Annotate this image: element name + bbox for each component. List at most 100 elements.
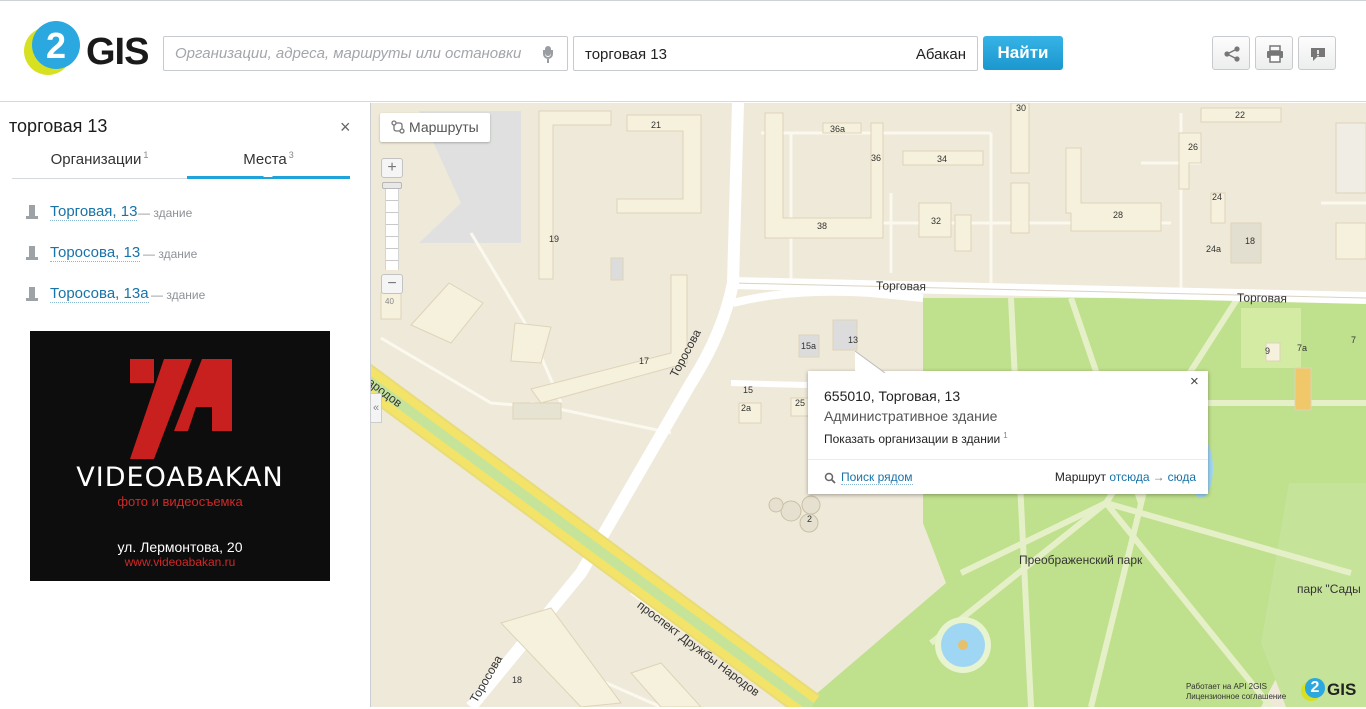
route-arrow-icon: → — [1152, 470, 1165, 484]
share-button[interactable] — [1212, 36, 1250, 70]
house-number: 9 — [1265, 346, 1271, 356]
park-label: парк "Сады — [1297, 582, 1361, 596]
fountain — [958, 640, 968, 650]
zoom-control: + − 40 — [381, 158, 403, 306]
find-button[interactable]: Найти — [983, 36, 1063, 70]
house-number: 30 — [1016, 103, 1027, 113]
house-number: 26 — [1188, 142, 1199, 152]
house-number: 7 — [1351, 335, 1357, 345]
place-kind: — здание — [143, 247, 198, 261]
map-logo-2gis[interactable]: 2 GIS — [1301, 677, 1363, 703]
popup-address: 655010, Торговая, 13 — [824, 388, 961, 404]
microphone-icon[interactable] — [543, 46, 553, 63]
results-title: торговая 13 — [9, 116, 108, 136]
city-selector[interactable]: Абакан — [916, 46, 966, 63]
map[interactable]: Торговая Торговая Торосова Торосова прос… — [371, 103, 1366, 707]
house-number: 2 — [807, 514, 813, 524]
search-box — [163, 36, 568, 71]
ad-url: www.videoabakan.ru — [124, 555, 236, 569]
house-number: 19 — [549, 234, 560, 244]
zoom-out-button[interactable]: − — [381, 274, 403, 294]
route-prefix: Маршрут — [1054, 470, 1107, 484]
building-icon — [26, 287, 38, 301]
speech-bubble-icon — [1311, 48, 1325, 61]
tab-organizations-count: 1 — [143, 150, 149, 160]
map-attribution: Работает на API 2GIS Лицензионное соглаш… — [1186, 682, 1286, 702]
show-organizations-label: Показать организации в здании — [824, 432, 1001, 446]
zoom-slider[interactable] — [385, 182, 399, 270]
api-credit[interactable]: Работает на API 2GIS — [1186, 682, 1286, 692]
videoabakan-logo — [130, 359, 232, 459]
logo-2gis[interactable]: 2 GIS — [24, 21, 149, 79]
share-icon — [1224, 46, 1240, 62]
show-organizations-link[interactable]: Показать организации в здании 1 — [824, 431, 1008, 446]
popup-building-type: Административное здание — [824, 408, 998, 424]
popup-close-button[interactable]: × — [1190, 373, 1199, 390]
street-label-torgovaya: Торговая — [875, 278, 927, 294]
house-number: 34 — [937, 154, 948, 164]
location-query: торговая 13 — [585, 46, 667, 63]
house-number: 25 — [795, 398, 806, 408]
header: 2 GIS торговая 13 Абакан Найти — [0, 0, 1366, 102]
building-icon — [26, 246, 38, 260]
street-label-torgovaya: Торговая — [1236, 290, 1288, 306]
house-number: 18 — [1245, 236, 1256, 246]
location-search-field[interactable]: торговая 13 Абакан — [573, 36, 978, 71]
search-icon — [824, 472, 836, 484]
logo-mark: 2 — [45, 25, 67, 66]
house-number: 15а — [801, 341, 817, 351]
house-number: 18 — [512, 675, 523, 685]
tab-places-count: 3 — [288, 150, 294, 160]
routes-label: Маршруты — [409, 119, 479, 135]
place-kind: — здание — [138, 206, 193, 220]
place-link[interactable]: Торговая, 13 — [50, 203, 138, 221]
ad-tagline: фото и видеосъемка — [117, 494, 243, 509]
route-links: Маршрут отсюда → сюда — [1055, 470, 1196, 484]
tab-places[interactable]: Места 3 — [187, 147, 350, 179]
house-number: 17 — [639, 356, 650, 366]
place-link[interactable]: Торосова, 13а — [50, 285, 149, 303]
house-number: 2а — [741, 403, 752, 413]
church-building — [768, 495, 821, 533]
map-logo-text: GIS — [1327, 680, 1357, 699]
place-link[interactable]: Торосова, 13 — [50, 244, 141, 262]
map-logo-mark: 2 — [1310, 679, 1320, 696]
house-number: 7а — [1297, 343, 1308, 353]
house-number: 21 — [651, 120, 662, 130]
building-icon — [26, 205, 38, 219]
close-results-button[interactable]: × — [340, 118, 351, 136]
place-kind: — здание — [151, 288, 206, 302]
organizations-count: 1 — [1003, 431, 1008, 440]
house-number: 15 — [743, 385, 754, 395]
ad-address: ул. Лермонтова, 20 — [117, 539, 243, 555]
popup-pointer — [855, 351, 886, 373]
tab-organizations-label: Организации — [50, 151, 142, 168]
house-number: 22 — [1235, 110, 1246, 120]
popup-footer: Поиск рядом Маршрут отсюда → сюда — [808, 459, 1208, 494]
house-number: 28 — [1113, 210, 1124, 220]
tab-organizations[interactable]: Организации 1 — [12, 147, 187, 178]
house-number: 36 — [871, 153, 882, 163]
house-number: 38 — [817, 221, 828, 231]
house-number: 13 — [848, 335, 859, 345]
house-number: 24 — [1212, 192, 1223, 202]
route-icon — [391, 120, 405, 134]
route-from-here-link[interactable]: отсюда — [1109, 470, 1149, 484]
collapse-sidebar-button[interactable]: « — [371, 393, 382, 423]
search-input[interactable] — [164, 37, 524, 70]
feedback-button[interactable] — [1298, 36, 1336, 70]
advertisement-banner[interactable]: VIDEOABAKAN фото и видеосъемка ул. Лермо… — [30, 331, 330, 581]
zoom-in-button[interactable]: + — [381, 158, 403, 178]
house-number: 36а — [830, 124, 846, 134]
routes-button[interactable]: Маршруты — [380, 113, 490, 142]
house-number: 24а — [1206, 244, 1222, 254]
ad-brand-name: VIDEOABAKAN — [76, 462, 284, 493]
zoom-level: 40 — [385, 297, 394, 306]
print-button[interactable] — [1255, 36, 1293, 70]
license-link[interactable]: Лицензионное соглашение — [1186, 692, 1286, 702]
logo-text: GIS — [86, 31, 149, 73]
route-to-here-link[interactable]: сюда — [1168, 470, 1196, 484]
zoom-slider-handle[interactable] — [382, 182, 402, 189]
printer-icon — [1267, 45, 1283, 63]
house-number: 32 — [931, 216, 942, 226]
